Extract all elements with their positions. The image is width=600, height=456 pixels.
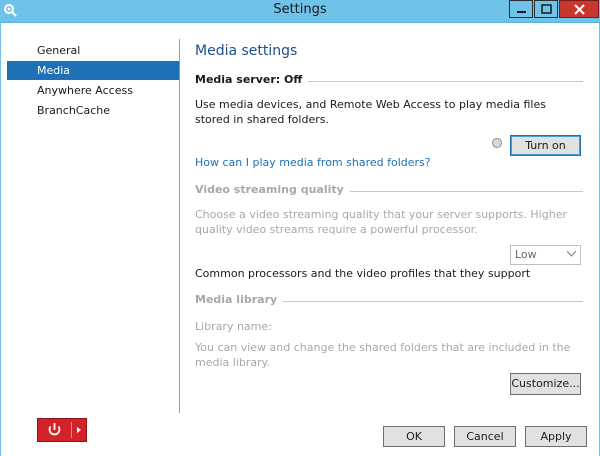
video-quality-description: Choose a video streaming quality that yo… — [195, 208, 567, 236]
library-section: Media library Library name: You can view… — [195, 293, 583, 370]
turn-on-button[interactable]: Turn on — [510, 135, 581, 156]
page-title: Media settings — [195, 43, 298, 59]
power-button[interactable] — [37, 418, 87, 442]
sidebar-item-media[interactable]: Media — [7, 61, 179, 80]
video-quality-value: Low — [515, 248, 537, 261]
library-name-label: Library name: — [195, 320, 272, 333]
video-section: Video streaming quality Choose a video s… — [195, 183, 583, 237]
library-description: You can view and change the shared folde… — [195, 341, 571, 369]
media-server-header: Media server: Off — [195, 73, 583, 93]
library-header: Media library — [195, 293, 583, 313]
ok-button[interactable]: OK — [383, 426, 445, 447]
status-indicator-icon — [492, 138, 502, 148]
video-quality-select[interactable]: Low — [510, 245, 581, 265]
cancel-button[interactable]: Cancel — [454, 426, 516, 447]
title-bar: Settings — [0, 0, 600, 23]
sidebar-nav: General Media Anywhere Access BranchCach… — [7, 41, 179, 121]
processors-info-text: Common processors and the video profiles… — [195, 267, 531, 280]
video-header: Video streaming quality — [195, 183, 583, 203]
minimize-icon — [517, 11, 526, 13]
sidebar-item-branchcache[interactable]: BranchCache — [7, 101, 179, 120]
media-server-status: Media server: Off — [195, 73, 309, 86]
apply-button[interactable]: Apply — [525, 426, 587, 447]
maximize-icon — [541, 4, 552, 14]
maximize-button[interactable] — [534, 0, 558, 18]
media-server-description: Use media devices, and Remote Web Access… — [195, 98, 546, 126]
vertical-divider — [179, 39, 180, 413]
sidebar-item-anywhere-access[interactable]: Anywhere Access — [7, 81, 179, 100]
customize-button[interactable]: Customize... — [510, 373, 581, 395]
sidebar-item-general[interactable]: General — [7, 41, 179, 60]
power-icon — [48, 423, 61, 436]
close-icon — [574, 4, 585, 15]
close-button[interactable] — [559, 0, 599, 18]
window-body: General Media Anywhere Access BranchCach… — [0, 23, 600, 456]
chevron-down-icon — [567, 251, 576, 257]
media-library-label: Media library — [195, 293, 284, 306]
caret-right-icon[interactable] — [72, 419, 88, 441]
video-quality-label: Video streaming quality — [195, 183, 350, 196]
media-settings-panel: Media settings Media server: Off Use med… — [195, 43, 583, 127]
minimize-button[interactable] — [509, 0, 533, 18]
help-link-shared-folders[interactable]: How can I play media from shared folders… — [195, 156, 431, 169]
